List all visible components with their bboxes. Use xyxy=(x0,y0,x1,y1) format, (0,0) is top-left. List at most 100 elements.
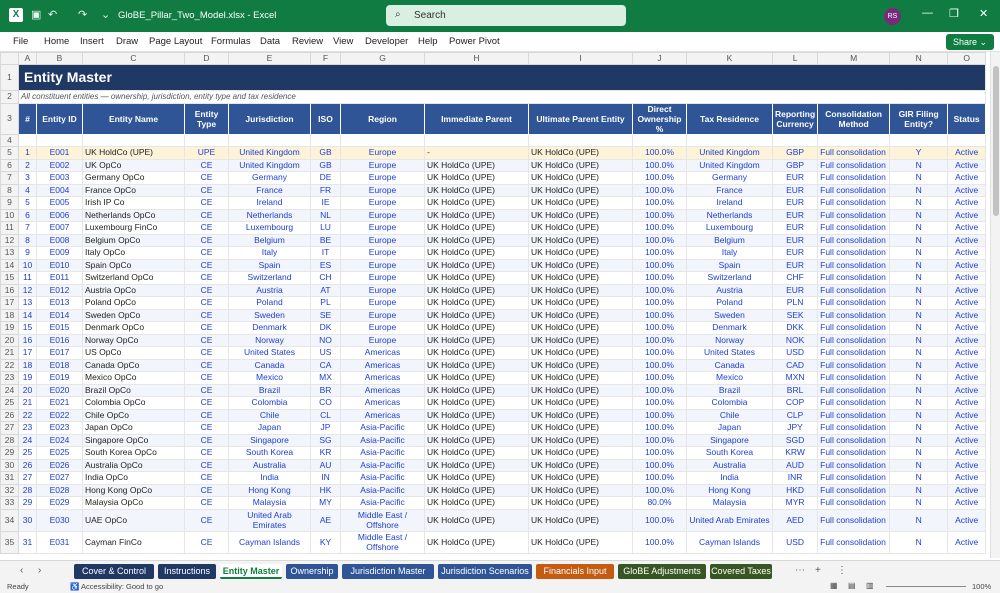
table-row[interactable]: 23 19 E019 Mexico OpCo CE Mexico MX Americas UK … xyxy=(0,371,987,385)
row-header[interactable]: 33 xyxy=(0,496,19,510)
cell[interactable]: UK HoldCo (UPE) xyxy=(424,496,529,510)
cell[interactable]: Active xyxy=(947,508,987,532)
cell[interactable]: HKD xyxy=(771,483,819,497)
cell[interactable]: UK HoldCo (UPE) xyxy=(424,271,529,285)
cell[interactable]: Active xyxy=(947,283,987,297)
cell[interactable]: CE xyxy=(184,283,229,297)
cell[interactable]: E011 xyxy=(36,271,83,285)
cell[interactable]: Canada OpCo xyxy=(82,358,185,372)
cell[interactable]: E003 xyxy=(36,171,83,185)
cell[interactable]: UK HoldCo (UPE) xyxy=(424,371,529,385)
cell[interactable]: E021 xyxy=(36,396,83,410)
cell[interactable]: E010 xyxy=(36,258,83,272)
cell[interactable]: UK HoldCo (UPE) xyxy=(528,208,633,222)
cell[interactable] xyxy=(686,133,773,147)
cell[interactable]: AED xyxy=(771,508,819,532)
cell[interactable]: UK HoldCo (UPE) xyxy=(528,433,633,447)
cell[interactable]: GB xyxy=(310,146,341,160)
cell[interactable]: Active xyxy=(947,233,987,247)
row-header[interactable]: 26 xyxy=(0,408,19,422)
column-header[interactable]: C xyxy=(82,52,185,65)
cell[interactable] xyxy=(528,133,633,147)
cell[interactable]: 31 xyxy=(18,530,37,554)
table-row[interactable]: 28 24 E024 Singapore OpCo CE Singapore SG Asia-… xyxy=(0,433,987,447)
cell[interactable]: Active xyxy=(947,471,987,485)
cell[interactable]: Full consolidation xyxy=(817,383,891,397)
cell[interactable]: 13 xyxy=(18,296,37,310)
cell[interactable]: 29 xyxy=(18,496,37,510)
column-title[interactable]: ISO xyxy=(310,102,341,135)
cell[interactable]: 27 xyxy=(18,471,37,485)
menu-insert[interactable]: Insert xyxy=(80,36,104,47)
cell[interactable]: 100.0% xyxy=(632,508,687,532)
cell[interactable]: EUR xyxy=(771,221,819,235)
cell[interactable]: 5 xyxy=(18,196,37,210)
cell[interactable]: South Korea xyxy=(228,446,311,460)
cell[interactable]: 8 xyxy=(18,233,37,247)
cell[interactable]: N xyxy=(889,358,949,372)
cell[interactable]: DE xyxy=(310,171,341,185)
cell[interactable]: Chile xyxy=(686,408,773,422)
menu-draw[interactable]: Draw xyxy=(116,36,138,47)
cell[interactable]: Austria xyxy=(228,283,311,297)
column-header[interactable]: B xyxy=(36,52,83,65)
row-header[interactable]: 16 xyxy=(0,283,19,297)
cell[interactable]: 24 xyxy=(18,433,37,447)
cell[interactable]: Spain xyxy=(228,258,311,272)
cell[interactable]: Americas xyxy=(340,408,425,422)
cell[interactable]: Full consolidation xyxy=(817,396,891,410)
cell[interactable]: Active xyxy=(947,383,987,397)
share-button[interactable]: Share ⌄ xyxy=(946,34,994,50)
cell[interactable]: Active xyxy=(947,183,987,197)
cell[interactable]: Active xyxy=(947,158,987,172)
cell[interactable]: KY xyxy=(310,530,341,554)
cell[interactable]: CE xyxy=(184,321,229,335)
cell[interactable]: Europe xyxy=(340,283,425,297)
row-header[interactable]: 9 xyxy=(0,196,19,210)
cell[interactable]: Singapore OpCo xyxy=(82,433,185,447)
cell[interactable]: 4 xyxy=(18,183,37,197)
row-header[interactable]: 5 xyxy=(0,146,19,160)
cell[interactable]: UK HoldCo (UPE) xyxy=(424,158,529,172)
close-icon[interactable]: ✕ xyxy=(979,7,988,20)
cell[interactable]: Europe xyxy=(340,221,425,235)
cell[interactable]: E031 xyxy=(36,530,83,554)
cell[interactable]: Americas xyxy=(340,396,425,410)
cell[interactable]: CE xyxy=(184,271,229,285)
cell[interactable]: JP xyxy=(310,421,341,435)
row-header[interactable]: 7 xyxy=(0,171,19,185)
cell[interactable]: E005 xyxy=(36,196,83,210)
cell[interactable]: IE xyxy=(310,196,341,210)
cell[interactable]: E026 xyxy=(36,458,83,472)
cell[interactable]: Brazil OpCo xyxy=(82,383,185,397)
cell[interactable]: Asia-Pacific xyxy=(340,496,425,510)
cell[interactable]: India OpCo xyxy=(82,471,185,485)
cell[interactable]: Cayman Islands xyxy=(686,530,773,554)
cell[interactable]: E002 xyxy=(36,158,83,172)
cell[interactable]: Active xyxy=(947,396,987,410)
cell[interactable]: UK HoldCo (UPE) xyxy=(424,183,529,197)
cell[interactable]: CE xyxy=(184,196,229,210)
row-header[interactable]: 20 xyxy=(0,333,19,347)
cell[interactable]: Canada xyxy=(228,358,311,372)
more-tabs-icon[interactable]: ⋯ xyxy=(795,565,805,576)
cell[interactable]: N xyxy=(889,308,949,322)
cell[interactable]: Australia OpCo xyxy=(82,458,185,472)
cell[interactable]: CE xyxy=(184,530,229,554)
add-sheet-icon[interactable]: + xyxy=(815,565,821,576)
cell[interactable]: Switzerland xyxy=(686,271,773,285)
cell[interactable]: Europe xyxy=(340,208,425,222)
cell[interactable] xyxy=(889,133,949,147)
cell[interactable]: Luxembourg xyxy=(228,221,311,235)
cell[interactable]: N xyxy=(889,446,949,460)
cell[interactable]: E015 xyxy=(36,321,83,335)
cell[interactable]: KRW xyxy=(771,446,819,460)
cell[interactable]: HK xyxy=(310,483,341,497)
cell[interactable]: Full consolidation xyxy=(817,308,891,322)
cell[interactable]: Brazil xyxy=(228,383,311,397)
sheet-tab[interactable]: Jurisdiction Scenarios xyxy=(438,564,532,579)
cell[interactable]: CE xyxy=(184,246,229,260)
cell[interactable]: E013 xyxy=(36,296,83,310)
cell[interactable]: Sweden xyxy=(228,308,311,322)
cell[interactable]: 100.0% xyxy=(632,408,687,422)
